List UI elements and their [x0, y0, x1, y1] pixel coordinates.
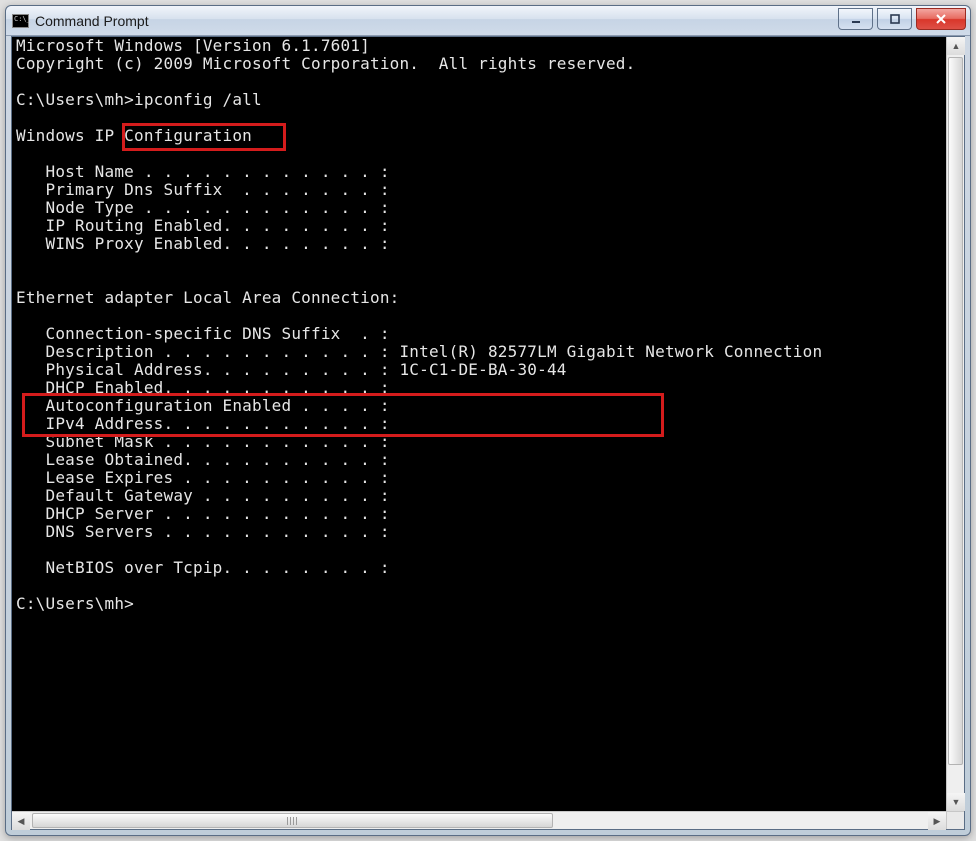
output-line: Autoconfiguration Enabled . . . . : [16, 396, 390, 415]
scroll-thumb[interactable] [948, 57, 963, 765]
console-output[interactable]: Microsoft Windows [Version 6.1.7601] Cop… [12, 37, 964, 829]
title-bar[interactable]: Command Prompt [6, 6, 970, 36]
minimize-icon [850, 13, 862, 25]
output-line: Lease Expires . . . . . . . . . . : [16, 468, 390, 487]
output-line: IPv4 Address. . . . . . . . . . . : [16, 414, 390, 433]
horizontal-scrollbar[interactable]: ◀ ▶ [12, 811, 946, 829]
output-line: Node Type . . . . . . . . . . . . : [16, 198, 390, 217]
output-line-physical-address: Physical Address. . . . . . . . . : 1C-C… [16, 360, 567, 379]
output-line: Description . . . . . . . . . . . : Inte… [16, 342, 822, 361]
section-header: Windows IP Configuration [16, 126, 252, 145]
grip-icon [287, 817, 297, 825]
minimize-button[interactable] [838, 8, 873, 30]
output-line: Host Name . . . . . . . . . . . . : [16, 162, 390, 181]
command-prompt-icon [12, 14, 29, 28]
console-text: Microsoft Windows [Version 6.1.7601] Cop… [16, 37, 822, 613]
scrollbar-corner [946, 811, 964, 829]
scroll-up-button[interactable]: ▲ [947, 37, 965, 55]
command-entered: ipconfig /all [134, 90, 262, 109]
output-line: Connection-specific DNS Suffix . : [16, 324, 390, 343]
scroll-track[interactable] [947, 55, 964, 793]
close-button[interactable] [916, 8, 966, 30]
window-title: Command Prompt [35, 13, 149, 29]
maximize-icon [889, 13, 901, 25]
chevron-down-icon: ▼ [952, 797, 961, 807]
chevron-up-icon: ▲ [952, 41, 961, 51]
scroll-right-button[interactable]: ▶ [928, 812, 946, 830]
output-line: Subnet Mask . . . . . . . . . . . : [16, 432, 390, 451]
chevron-right-icon: ▶ [934, 816, 941, 827]
maximize-button[interactable] [877, 8, 912, 30]
copyright-line: Copyright (c) 2009 Microsoft Corporation… [16, 54, 635, 73]
close-icon [934, 13, 948, 25]
section-header: Ethernet adapter Local Area Connection: [16, 288, 399, 307]
scroll-track[interactable] [30, 812, 928, 829]
prompt-prefix: C:\Users\mh> [16, 90, 134, 109]
output-line: NetBIOS over Tcpip. . . . . . . . : [16, 558, 390, 577]
output-line: DHCP Server . . . . . . . . . . . : [16, 504, 390, 523]
scroll-down-button[interactable]: ▼ [947, 793, 965, 811]
vertical-scrollbar[interactable]: ▲ ▼ [946, 37, 964, 811]
output-line: DNS Servers . . . . . . . . . . . : [16, 522, 390, 541]
command-prompt-window: Command Prompt Microsoft Windows [Versio… [5, 5, 971, 836]
output-line: DHCP Enabled. . . . . . . . . . . : [16, 378, 390, 397]
scroll-left-button[interactable]: ◀ [12, 812, 30, 830]
scroll-thumb[interactable] [32, 813, 553, 828]
os-version-line: Microsoft Windows [Version 6.1.7601] [16, 37, 370, 55]
window-controls [838, 8, 970, 30]
prompt-idle: C:\Users\mh> [16, 594, 134, 613]
client-area: Microsoft Windows [Version 6.1.7601] Cop… [11, 36, 965, 830]
output-line: Primary Dns Suffix . . . . . . . : [16, 180, 390, 199]
output-line: WINS Proxy Enabled. . . . . . . . : [16, 234, 390, 253]
chevron-left-icon: ◀ [18, 816, 25, 827]
output-line: Lease Obtained. . . . . . . . . . : [16, 450, 390, 469]
output-line: IP Routing Enabled. . . . . . . . : [16, 216, 390, 235]
output-line: Default Gateway . . . . . . . . . : [16, 486, 390, 505]
